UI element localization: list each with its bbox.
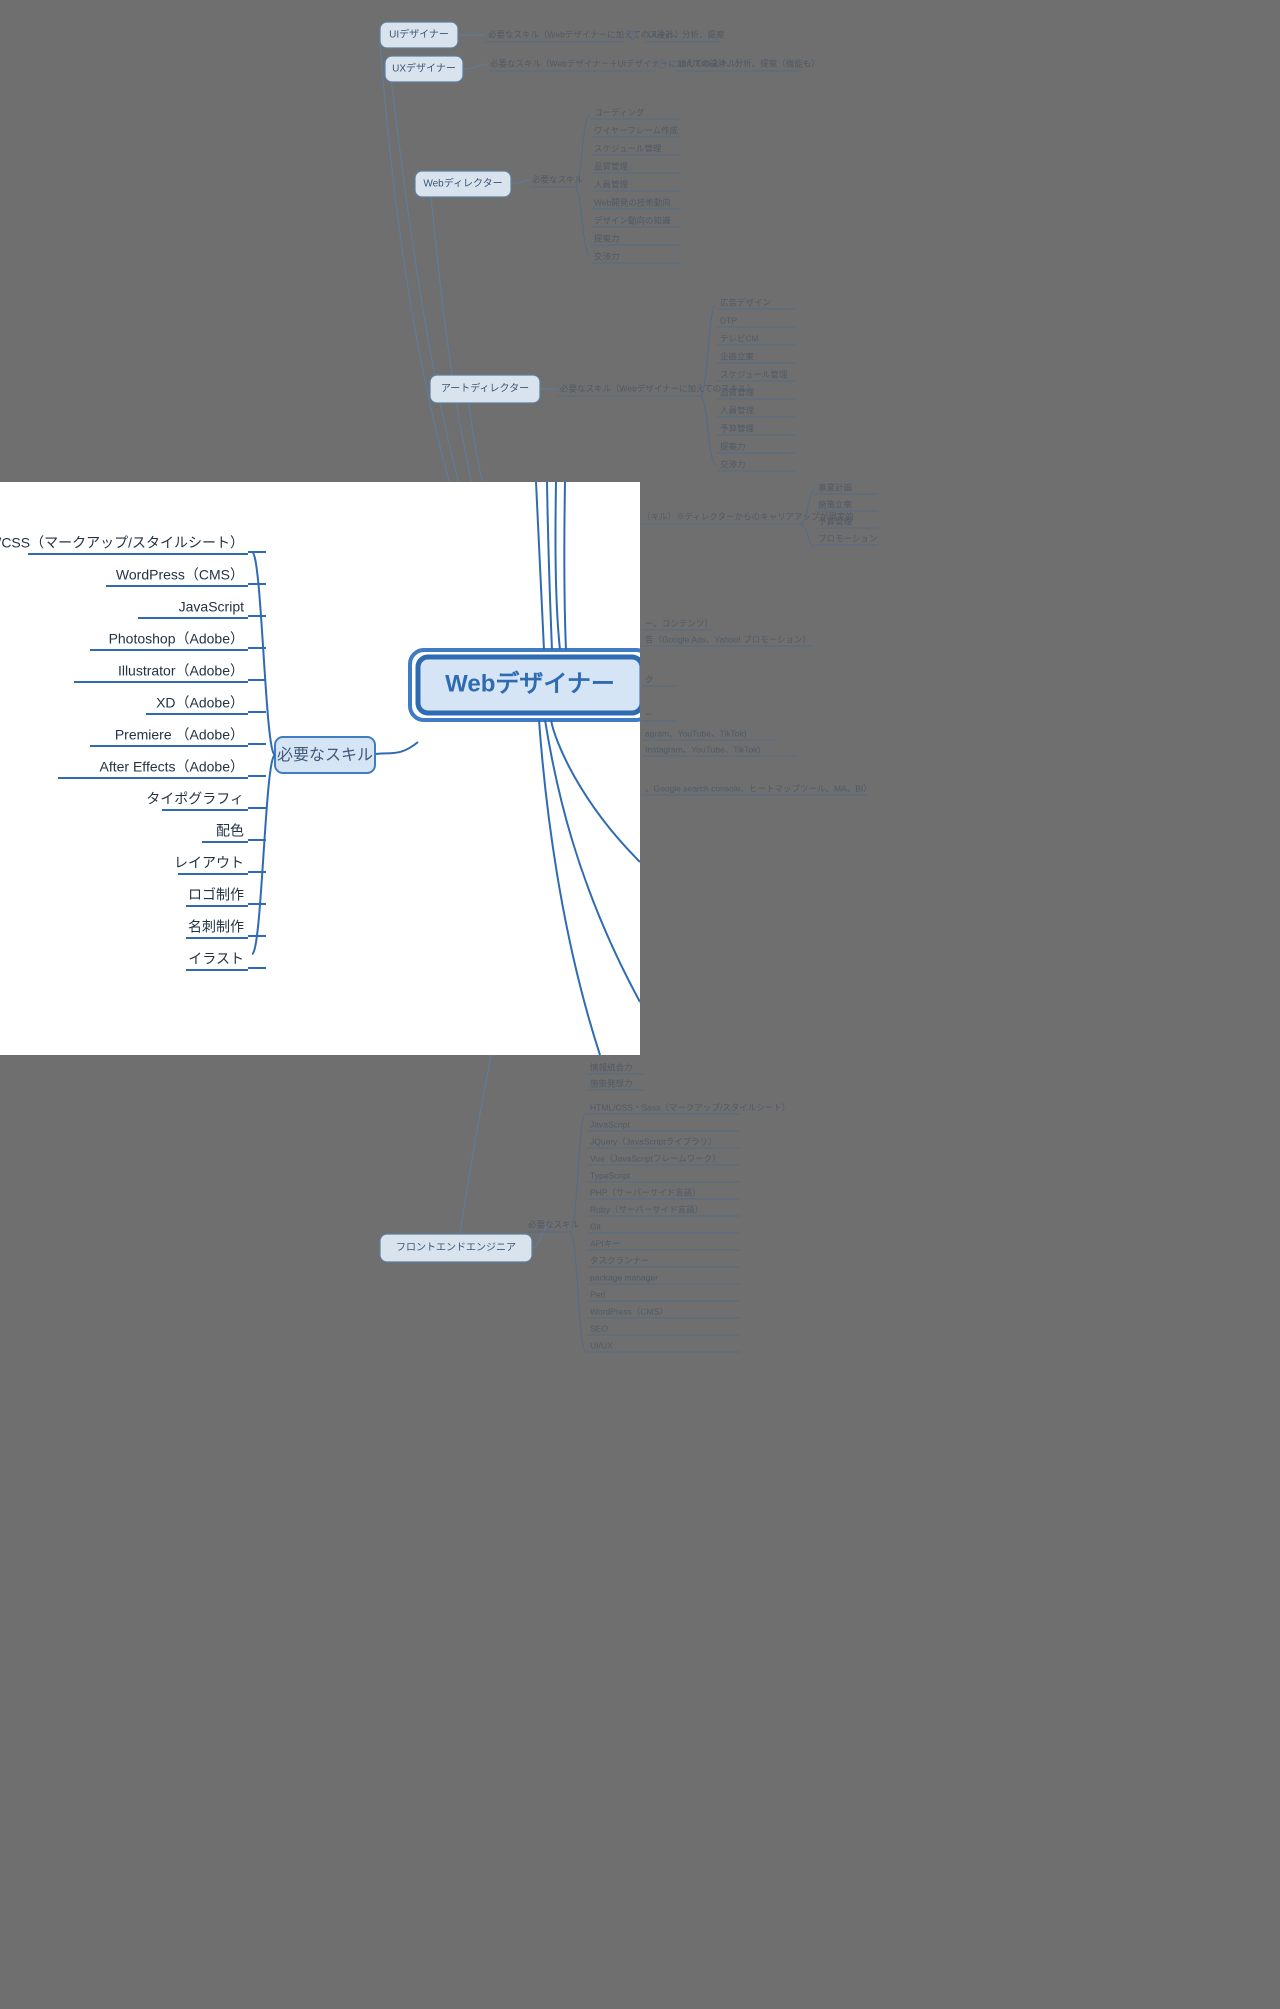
art-director[interactable]: アートディレクター (441, 382, 529, 395)
svg-text:ク: ク (645, 674, 654, 684)
webdir-items-6: デザイン動向の知識 (594, 215, 671, 225)
artdir-items-1: DTP (720, 315, 737, 325)
webdir-items-1: ワイヤーフレーム作成 (594, 125, 678, 135)
webdir-items: コーディングワイヤーフレーム作成スケジュール管理品質管理人員管理 Web開発の技術… (591, 107, 680, 263)
fe-items-3: Vue（JavaScriptフレームワーク） (590, 1153, 721, 1163)
skill-12: 名刺制作 (188, 919, 244, 935)
webdir-items-0: コーディング (594, 107, 645, 117)
skill-11: ロゴ制作 (188, 887, 244, 903)
webdir-items-3: 品質管理 (594, 161, 629, 171)
ui-designer[interactable]: UIデザイナー (389, 28, 449, 41)
skill-5: XD（Adobe） (156, 695, 244, 711)
webdir-items-5: Web開発の技術動向 (594, 197, 671, 207)
skill-2: JavaScript (179, 599, 244, 615)
skill-3: Photoshop（Adobe） (109, 631, 244, 647)
fe-items: HTML/CSS・Sass（マークアップ/スタイルシート） JavaScript J… (587, 1102, 790, 1352)
skill-6: Premiere （Adobe） (115, 727, 244, 743)
skill-8: タイポグラフィ (146, 791, 244, 807)
mindmap-focus[interactable]: Webデザイナー 必要なスキル HTML/CSS（マークアップ/スタイルシート）… (0, 482, 640, 1055)
web-director[interactable]: Webディレクター (423, 177, 502, 190)
webdir-items-8: 交渉力 (594, 251, 620, 261)
svg-text:、Google search console、ヒートマップツ: 、Google search console、ヒートマップツール、MA、BI） (645, 783, 872, 793)
producer-items-3: プロモーション (818, 533, 877, 543)
fe-items-1: JavaScript (590, 1119, 630, 1129)
analyst-items: 情報統合力施策発想力 (587, 1062, 644, 1090)
fe-items-6: Ruby（サーバーサイド言語） (590, 1204, 703, 1214)
artdir-items-6: 人員管理 (720, 405, 755, 415)
fe-items-5: PHP（サーバーサイド言語） (590, 1187, 701, 1197)
analyst-items-1: 施策発想力 (590, 1078, 633, 1088)
fe-items-12: WordPress（CMS） (590, 1306, 668, 1316)
fe-items-2: JQuery（JavaScriptライブラリ） (590, 1136, 717, 1146)
artdir-items-0: 広告デザイン (720, 297, 771, 307)
webdir-items-2: スケジュール管理 (594, 143, 662, 153)
producer-items-2: 予算管理 (818, 516, 853, 526)
artdir-items-3: 企画立案 (720, 351, 755, 361)
artdir-items-8: 提案力 (720, 441, 746, 451)
artdir-items-5: 品質管理 (720, 387, 755, 397)
fe-items-11: Perl (590, 1289, 605, 1299)
skill-9: 配色 (216, 823, 244, 839)
svg-text:agram、YouTube、TikTok): agram、YouTube、TikTok) (645, 728, 747, 738)
fe-items-7: Git (590, 1221, 602, 1231)
frontend[interactable]: フロントエンドエンジニア (396, 1243, 516, 1254)
fe-items-9: タスクランナー (590, 1255, 650, 1265)
producer-items-0: 事業計画 (818, 482, 852, 492)
artdir-items-2: テレビCM (720, 333, 759, 343)
fe-items-10: package manager (590, 1272, 658, 1282)
skill-10: レイアウト (174, 855, 244, 871)
svg-text:告（Google Ads、Yahoo! プロモーション）: 告（Google Ads、Yahoo! プロモーション） (645, 634, 811, 644)
skill-13: イラスト (188, 951, 244, 967)
svg-text:ー: ー (645, 709, 654, 719)
skill-4: Illustrator（Adobe） (118, 663, 244, 679)
artdir-items-9: 交渉力 (720, 459, 746, 469)
webdir-items-4: 人員管理 (594, 179, 629, 189)
root-node[interactable]: Webデザイナー (445, 669, 615, 697)
fe-items-4: TypeScript (590, 1170, 631, 1180)
skill-1: WordPress（CMS） (116, 567, 244, 583)
ux-designer[interactable]: UXデザイナー (392, 62, 456, 75)
lightbox: Webデザイナー 必要なスキル HTML/CSS（マークアップ/スタイルシート）… (0, 482, 640, 1055)
required-skill[interactable]: 必要なスキル (277, 746, 373, 764)
webdir-req: 必要なスキル (532, 174, 584, 184)
artdir-items-4: スケジュール管理 (720, 369, 788, 379)
skill-list: HTML/CSS（マークアップ/スタイルシート） WordPress（CMS） Ja… (0, 535, 266, 970)
webdir-items-7: 提案力 (594, 233, 620, 243)
fe-items-8: APIキー (590, 1238, 621, 1248)
analyst-items-0: 情報統合力 (590, 1062, 633, 1072)
ux-item-0: UI/UXの設計、分析、提案（機能も） (678, 58, 820, 68)
fe-items-14: UI/UX (590, 1340, 613, 1350)
fe-items-13: SEO (590, 1323, 608, 1333)
svg-text:ー、コンテンツ）: ー、コンテンツ） (645, 618, 713, 628)
artdir-items-7: 予算管理 (720, 423, 755, 433)
skill-7: After Effects（Adobe） (100, 759, 244, 775)
producer-items-1: 施策立案 (818, 499, 853, 509)
skill-0: HTML/CSS（マークアップ/スタイルシート） (0, 535, 244, 551)
ui-item-0: UI設計、分析、提案 (648, 29, 725, 39)
fe-req: 必要なスキル (528, 1219, 580, 1229)
marketer-items: ー、コンテンツ） 告（Google Ads、Yahoo! プロモーション） クー ag… (642, 618, 872, 795)
svg-text:Instagram、YouTube、TikTok): Instagram、YouTube、TikTok) (645, 744, 760, 754)
fe-items-0: HTML/CSS・Sass（マークアップ/スタイルシート） (590, 1102, 790, 1112)
